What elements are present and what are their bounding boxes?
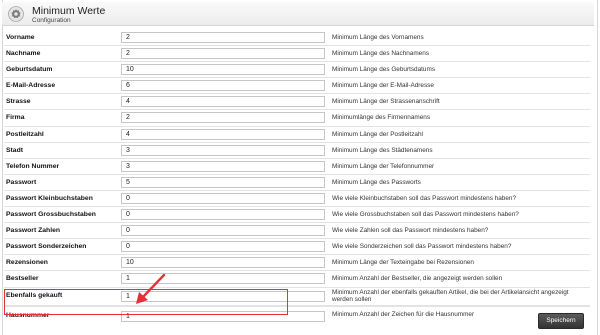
gear-icon <box>8 6 24 22</box>
setting-label: Nachname <box>6 50 41 58</box>
setting-label: Bestseller <box>6 275 39 283</box>
setting-description: Minimum Anzahl der Bestseller, die angez… <box>332 275 503 283</box>
setting-row-bestseller: Bestseller Minimum Anzahl der Bestseller… <box>4 271 590 288</box>
setting-description: Minimum Länge des Geburtsdatums <box>332 66 436 74</box>
arrow-annotation-icon <box>136 273 166 304</box>
strasse-field[interactable] <box>121 96 325 108</box>
setting-label: Stadt <box>6 146 23 154</box>
setting-description: Minimum Länge der E-Mail-Adresse <box>332 82 434 90</box>
setting-label: Passwort Kleinbuchstaben <box>6 194 93 202</box>
passwort-zahlen-field[interactable] <box>121 225 325 237</box>
rezensionen-field[interactable] <box>121 257 325 269</box>
setting-description: Minimumlänge des Firmennamens <box>332 114 431 122</box>
passwort-kleinbuchstaben-field[interactable] <box>121 192 325 204</box>
setting-row-stadt: Stadt Minimum Länge des Städtenamens <box>4 143 590 159</box>
telefon-field[interactable] <box>121 160 325 172</box>
nachname-field[interactable] <box>121 48 325 60</box>
firma-field[interactable] <box>121 112 325 124</box>
setting-label: Passwort Sonderzeichen <box>6 243 87 251</box>
panel-header: Minimum Werte Configuration <box>2 2 594 26</box>
setting-row-telefon: Telefon Nummer Minimum Länge der Telefon… <box>4 159 590 175</box>
geburtsdatum-field[interactable] <box>121 64 325 76</box>
setting-label: Vorname <box>6 34 35 41</box>
save-button[interactable]: Speichern <box>538 313 584 329</box>
setting-label: Passwort <box>6 178 37 186</box>
setting-description: Minimum Länge des Passworts <box>332 178 421 186</box>
setting-row-passwort-sonderzeichen: Passwort Sonderzeichen Wie viele Sonderz… <box>4 239 590 256</box>
setting-row-nachname: Nachname Minimum Länge des Nachnamens <box>4 46 590 63</box>
passwort-field[interactable] <box>121 176 325 188</box>
setting-label: Geburtsdatum <box>6 66 53 74</box>
setting-row-postleitzahl: Postleitzahl Minimum Länge der Postleitz… <box>4 127 590 143</box>
setting-description: Minimum Länge der Texteingabe bei Rezens… <box>332 259 474 267</box>
setting-row-rezensionen: Rezensionen Minimum Länge der Texteingab… <box>4 255 590 272</box>
setting-description: Minimum Länge des Vornamens <box>332 34 424 41</box>
setting-label: Strasse <box>6 98 31 106</box>
vorname-field[interactable] <box>121 32 325 43</box>
setting-label: Passwort Grossbuchstaben <box>6 211 96 219</box>
setting-description: Minimum Länge der Telefonnummer <box>332 162 435 170</box>
setting-row-firma: Firma Minimumlänge des Firmennamens <box>4 110 590 127</box>
setting-description: Minimum Länge des Städtenamens <box>332 146 433 154</box>
setting-label: Passwort Zahlen <box>6 227 61 235</box>
setting-description: Wie viele Kleinbuchstaben soll das Passw… <box>332 194 517 202</box>
setting-description: Wie viele Sonderzeichen soll das Passwor… <box>332 243 512 251</box>
setting-row-strasse: Strasse Minimum Länge der Strassenanschr… <box>4 94 590 111</box>
setting-description: Minimum Länge der Strassenanschrift <box>332 98 440 106</box>
page-title: Minimum Werte <box>32 5 106 17</box>
setting-row-vorname: Vorname Minimum Länge des Vornamens <box>4 30 590 47</box>
setting-row-passwort: Passwort Minimum Länge des Passworts <box>4 175 590 191</box>
setting-row-email: E-Mail-Adresse Minimum Länge der E-Mail-… <box>4 78 590 95</box>
postleitzahl-field[interactable] <box>121 128 325 140</box>
stadt-field[interactable] <box>121 144 325 156</box>
passwort-sonderzeichen-field[interactable] <box>121 241 325 253</box>
setting-row-passwort-zahlen: Passwort Zahlen Wie viele Zahlen soll da… <box>4 223 590 240</box>
settings-list: Vorname Minimum Länge des Vornamens Nach… <box>4 30 590 324</box>
setting-row-passwort-kleinbuchstaben: Passwort Kleinbuchstaben Wie viele Klein… <box>4 191 590 208</box>
setting-description: Wie viele Grossbuchstaben soll das Passw… <box>332 211 519 219</box>
setting-label: Firma <box>6 114 25 122</box>
setting-row-passwort-grossbuchstaben: Passwort Grossbuchstaben Wie viele Gross… <box>4 207 590 224</box>
setting-description: Wie viele Zahlen soll das Passwort minde… <box>332 227 489 235</box>
setting-description: Minimum Anzahl der ebenfalls gekauften A… <box>332 288 569 303</box>
page-subtitle: Configuration <box>32 17 71 24</box>
setting-description: Minimum Länge des Nachnamens <box>332 50 429 58</box>
setting-label: E-Mail-Adresse <box>6 82 56 90</box>
email-field[interactable] <box>121 80 325 92</box>
setting-label: Rezensionen <box>6 259 48 267</box>
passwort-grossbuchstaben-field[interactable] <box>121 209 325 221</box>
setting-description: Minimum Länge der Postleitzahl <box>332 130 423 138</box>
setting-label: Postleitzahl <box>6 130 44 138</box>
setting-label: Telefon Nummer <box>6 162 60 170</box>
setting-row-geburtsdatum: Geburtsdatum Minimum Länge des Geburtsda… <box>4 62 590 79</box>
